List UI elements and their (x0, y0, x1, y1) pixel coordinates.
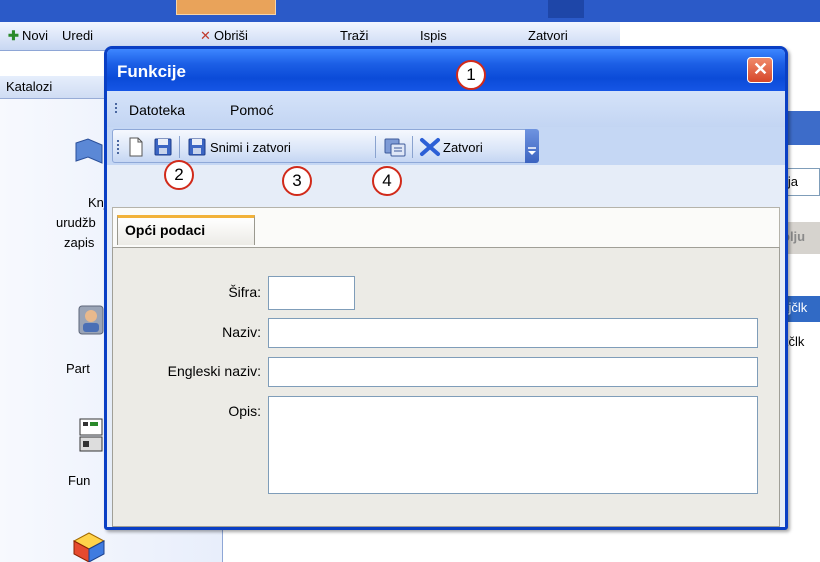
dialog-title-bar[interactable]: Funkcije ✕ (107, 49, 785, 91)
close-dialog-button[interactable]: Zatvori (419, 136, 519, 158)
bg-new-button[interactable]: Novi (22, 28, 48, 43)
menu-grip[interactable] (115, 103, 117, 115)
catalogs-header-label: Katalozi (6, 79, 53, 94)
save-copy-button[interactable] (383, 136, 407, 158)
description-input[interactable] (268, 396, 758, 494)
save-icon (188, 138, 206, 156)
chevron-down-icon (528, 147, 536, 155)
tab-general-data-label: Opći podaci (125, 222, 206, 238)
dialog-title: Funkcije (117, 62, 186, 81)
close-dialog-label: Zatvori (443, 140, 483, 155)
annotation-marker-4: 4 (372, 166, 402, 196)
save-button[interactable] (153, 136, 173, 158)
bg-edit-button[interactable]: Uredi (62, 28, 93, 43)
code-label: Šifra: (228, 284, 261, 300)
catalog-label-4[interactable]: Part (66, 361, 90, 376)
functions-icon[interactable] (78, 417, 104, 453)
name-label: Naziv: (222, 324, 261, 340)
close-button[interactable]: ✕ (747, 57, 773, 83)
menu-file[interactable]: Datoteka (129, 102, 185, 118)
menu-bar: Datoteka Pomoć (107, 91, 785, 127)
background-window-top (0, 0, 820, 22)
english-name-label: Engleski naziv: (167, 363, 261, 379)
book-icon[interactable] (74, 137, 104, 165)
bg-print-button[interactable]: Ispis (420, 28, 447, 43)
catalog-label-2[interactable]: urudžb (56, 215, 96, 230)
toolbar-separator (375, 136, 376, 158)
bg-search-button[interactable]: Traži (340, 28, 368, 43)
toolbar-separator (412, 136, 413, 158)
delete-icon: ✕ (200, 28, 211, 43)
toolbar-overflow-button[interactable] (525, 129, 539, 163)
tab-general-data[interactable]: Opći podaci (117, 215, 255, 245)
save-and-close-button[interactable]: Snimi i zatvori (187, 136, 357, 158)
cross-icon (420, 138, 440, 156)
annotation-marker-1: 1 (456, 60, 486, 90)
toolbar-separator (179, 136, 180, 158)
background-tab-dark (548, 0, 584, 18)
menu-help[interactable]: Pomoć (230, 102, 274, 118)
save-and-close-label: Snimi i zatvori (210, 140, 291, 155)
background-tab (176, 0, 276, 15)
catalogs-header: Katalozi (0, 76, 108, 99)
dialog-toolbar: Snimi i zatvori Zatvori (112, 129, 532, 163)
annotation-marker-2: 2 (164, 160, 194, 190)
annotation-marker-3: 3 (282, 166, 312, 196)
bg-delete-button[interactable]: Obriši (214, 28, 248, 43)
code-input[interactable] (268, 276, 355, 310)
name-input[interactable] (268, 318, 758, 348)
bg-close-button[interactable]: Zatvori (528, 28, 568, 43)
toolbar-grip[interactable] (117, 140, 119, 154)
add-icon: ✚ (8, 28, 19, 43)
close-icon: ✕ (753, 59, 769, 79)
new-document-icon[interactable] (127, 136, 145, 158)
description-label: Opis: (228, 403, 261, 419)
english-name-input[interactable] (268, 357, 758, 387)
partner-icon[interactable] (78, 305, 104, 335)
functions-dialog: Funkcije ✕ Datoteka Pomoć Snimi i zatvor… (104, 46, 788, 530)
box-icon[interactable] (72, 531, 106, 562)
catalog-label-5[interactable]: Fun (68, 473, 90, 488)
form-panel: Šifra: Naziv: Engleski naziv: Opis: (112, 247, 780, 527)
catalog-label-3[interactable]: zapis (64, 235, 94, 250)
